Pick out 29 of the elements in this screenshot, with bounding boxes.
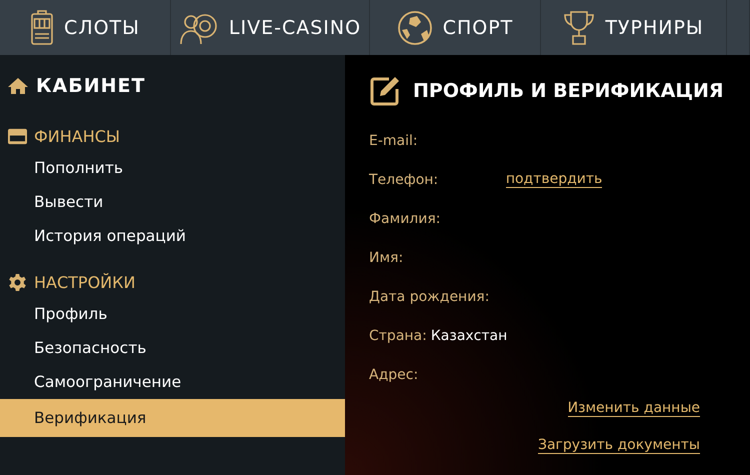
slot-machine-icon [30, 10, 54, 46]
field-label: Телефон: [369, 172, 438, 188]
home-icon [8, 77, 28, 95]
action-link[interactable]: Изменить данные [568, 400, 700, 417]
sidebar-item[interactable]: Пополнить [0, 151, 345, 185]
field-label: Дата рождения: [369, 288, 490, 304]
soccer-ball-icon [396, 10, 433, 46]
sidebar-title: КАБИНЕТ [36, 75, 146, 97]
sidebar-item[interactable]: Самоограничение [0, 365, 345, 399]
sidebar-item[interactable]: История операций [0, 219, 345, 253]
sidebar-item[interactable]: Вывести [0, 185, 345, 219]
field-label: Страна: [369, 328, 427, 344]
field-label: Фамилия: [369, 210, 440, 226]
field-label: E-mail: [369, 132, 418, 148]
sidebar-item[interactable]: Безопасность [0, 331, 345, 365]
section-title: НАСТРОЙКИ [34, 272, 136, 292]
card-icon [8, 128, 27, 144]
sidebar-item[interactable]: Верификация [0, 399, 345, 437]
edit-icon [369, 75, 401, 107]
confirm-link[interactable]: подтвердить [506, 171, 602, 188]
gear-icon [8, 274, 27, 290]
sidebar-item[interactable]: Профиль [0, 297, 345, 331]
trophy-icon [563, 10, 596, 46]
page-title: ПРОФИЛЬ И ВЕРИФИКАЦИЯ [413, 80, 724, 102]
field-value: Казахстан [430, 328, 508, 344]
action-link[interactable]: Загрузить документы [538, 437, 700, 454]
field-label: Адрес: [369, 366, 418, 382]
field-label: Имя: [369, 250, 404, 266]
section-title: ФИНАНСЫ [34, 126, 120, 146]
